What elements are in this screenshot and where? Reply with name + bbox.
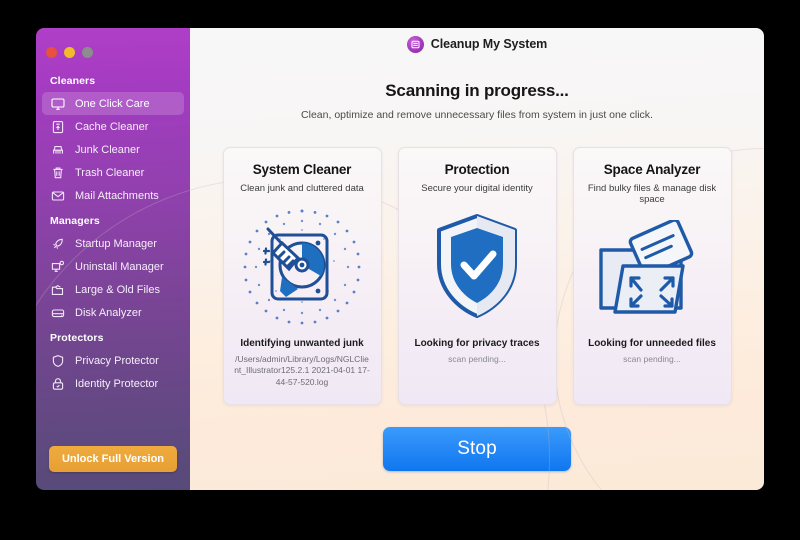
shield-check-icon <box>437 214 517 319</box>
sidebar-item-label: Junk Cleaner <box>75 143 140 156</box>
sidebar-item-cache-cleaner[interactable]: Cache Cleaner <box>42 115 184 138</box>
sidebar-item-disk-analyzer[interactable]: Disk Analyzer <box>42 301 184 324</box>
sidebar-item-label: Startup Manager <box>75 237 157 250</box>
card-system-cleaner[interactable]: System Cleaner Clean junk and cluttered … <box>222 147 382 405</box>
sidebar-item-label: Identity Protector <box>75 377 159 390</box>
stop-button[interactable]: Stop <box>383 427 571 471</box>
scan-cards: System Cleaner Clean junk and cluttered … <box>222 147 732 405</box>
app-window: Cleaners One Click Care Cache Cleaner Ju… <box>36 28 764 490</box>
sidebar-item-label: Mail Attachments <box>75 189 159 202</box>
cache-icon <box>50 119 66 135</box>
card-footer: Looking for privacy traces scan pending.… <box>407 338 548 392</box>
sidebar-group-cleaners-label: Cleaners <box>50 75 96 87</box>
sidebar-item-startup-manager[interactable]: Startup Manager <box>42 232 184 255</box>
sidebar-item-mail-attachments[interactable]: Mail Attachments <box>42 184 184 207</box>
page-title: Scanning in progress... <box>385 81 569 100</box>
sidebar-item-label: Disk Analyzer <box>75 306 142 319</box>
app-titlebar: Cleanup My System <box>190 28 764 60</box>
unlock-full-version-button[interactable]: Unlock Full Version <box>48 446 178 472</box>
card-title: Protection <box>444 162 510 177</box>
sidebar-item-large-old-files[interactable]: Large & Old Files <box>42 278 184 301</box>
sidebar-item-junk-cleaner[interactable]: Junk Cleaner <box>42 138 184 161</box>
page-subtitle: Clean, optimize and remove unnecessary f… <box>301 109 653 121</box>
card-status: Looking for unneeded files <box>588 338 716 349</box>
sidebar-item-label: Privacy Protector <box>75 354 159 367</box>
sidebar-item-trash-cleaner[interactable]: Trash Cleaner <box>42 161 184 184</box>
card-subtitle: Find bulky files & manage disk space <box>587 183 717 206</box>
minimize-button[interactable] <box>64 46 75 58</box>
card-footer: Identifying unwanted junk /Users/admin/L… <box>232 338 373 392</box>
sidebar-item-label: Uninstall Manager <box>75 260 164 273</box>
sidebar-item-uninstall-manager[interactable]: Uninstall Manager <box>42 255 184 278</box>
trash-icon <box>50 165 66 181</box>
card-subtitle: Secure your digital identity <box>421 183 533 194</box>
disk-icon <box>50 305 66 321</box>
window-traffic-lights <box>36 37 190 61</box>
app-title: Cleanup My System <box>430 37 548 51</box>
app-logo-icon <box>406 35 424 53</box>
card-protection[interactable]: Protection Secure your digital identity … <box>397 147 557 405</box>
brush-icon <box>50 142 66 158</box>
card-subtitle: Clean junk and cluttered data <box>240 183 364 194</box>
card-footer: Looking for unneeded files scan pending.… <box>582 338 723 392</box>
card-artwork <box>232 194 373 338</box>
lock-icon <box>50 376 66 392</box>
sidebar-item-identity-protector[interactable]: Identity Protector <box>42 372 184 395</box>
card-status: Looking for privacy traces <box>414 338 540 349</box>
folder-expand-icon <box>599 219 694 314</box>
card-space-analyzer[interactable]: Space Analyzer Find bulky files & manage… <box>572 147 732 405</box>
sidebar-item-label: Large & Old Files <box>75 283 160 296</box>
zoom-button[interactable] <box>82 46 93 58</box>
card-artwork <box>582 206 723 338</box>
unlock-button-container: Unlock Full Version <box>36 446 190 472</box>
card-status: Identifying unwanted junk <box>240 338 364 349</box>
rocket-icon <box>50 236 66 252</box>
monitor-icon <box>50 96 66 112</box>
sidebar-item-label: Cache Cleaner <box>75 120 149 133</box>
shield-icon <box>50 353 66 369</box>
main-content: Cleanup My System Scanning in progress..… <box>36 28 764 490</box>
sidebar-group-protectors-label: Protectors <box>50 332 104 344</box>
sidebar: Cleaners One Click Care Cache Cleaner Ju… <box>36 28 190 490</box>
envelope-icon <box>50 188 66 204</box>
sidebar-item-label: Trash Cleaner <box>75 166 145 179</box>
sidebar-item-label: One Click Care <box>75 97 150 110</box>
folder-files-icon <box>50 282 66 298</box>
sidebar-item-privacy-protector[interactable]: Privacy Protector <box>42 349 184 372</box>
sidebar-item-one-click-care[interactable]: One Click Care <box>42 92 184 115</box>
card-detail: /Users/admin/Library/Logs/NGLClient_Illu… <box>234 354 370 387</box>
card-artwork <box>407 194 548 338</box>
card-detail: scan pending... <box>448 354 506 364</box>
close-button[interactable] <box>46 46 57 58</box>
disk-broom-icon <box>243 209 361 325</box>
sidebar-nav: Cleaners One Click Care Cache Cleaner Ju… <box>36 61 190 395</box>
sidebar-group-managers-label: Managers <box>50 215 100 227</box>
card-title: Space Analyzer <box>603 162 701 177</box>
card-detail: scan pending... <box>623 354 681 364</box>
monitor-gear-icon <box>50 259 66 275</box>
card-title: System Cleaner <box>252 162 352 177</box>
